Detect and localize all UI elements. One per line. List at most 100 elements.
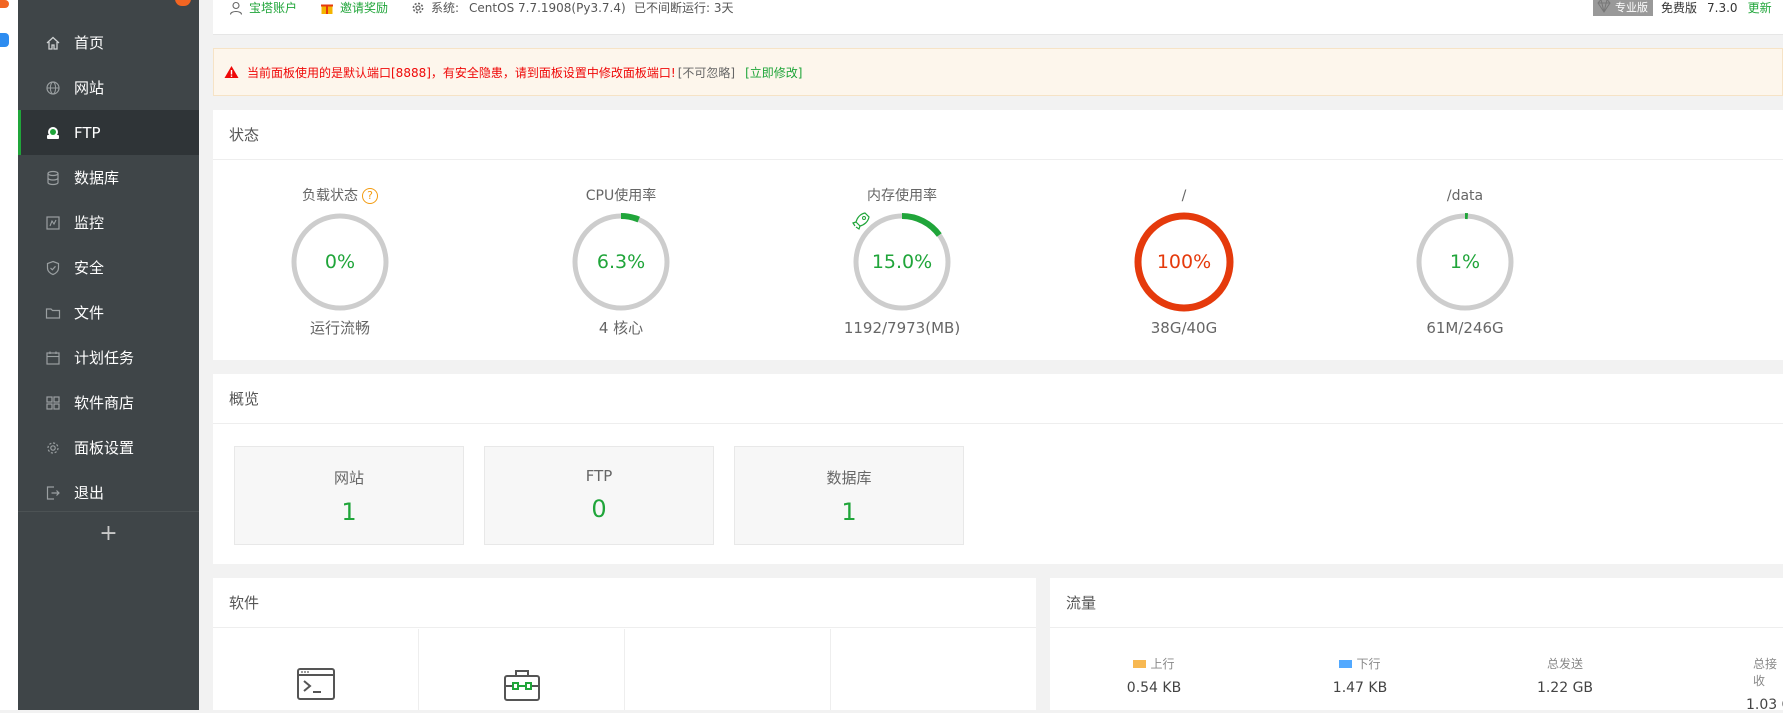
- sidebar-item-cron[interactable]: 计划任务: [18, 335, 199, 380]
- update-link[interactable]: 更新: [1748, 0, 1772, 16]
- account-link[interactable]: 宝塔账户: [229, 0, 297, 16]
- sidebar-item-label: FTP: [74, 123, 101, 142]
- alert-ignore-note: [不可忽略]: [677, 65, 736, 80]
- gauge-subtext: 4 核心: [598, 319, 644, 337]
- overview-value: 1: [341, 498, 357, 526]
- help-icon[interactable]: ?: [362, 188, 378, 204]
- overview-value: 0: [591, 495, 607, 523]
- gauge-value: 0%: [324, 251, 356, 273]
- traffic-total-sent: 总发送 1.22 GB: [1475, 655, 1655, 696]
- gauge-ring: 0%: [288, 210, 392, 314]
- gauge[interactable]: CPU使用率 6.3% 4 核心: [551, 186, 691, 338]
- software-item-empty: [625, 629, 831, 710]
- gauge-label-text: 内存使用率: [867, 188, 937, 204]
- gauge[interactable]: / 100% 38G/40G: [1114, 186, 1254, 338]
- gauge-label: 内存使用率: [832, 186, 972, 206]
- terminal-icon: [297, 668, 335, 700]
- status-title: 状态: [213, 110, 1783, 160]
- gauge-value: 1%: [1449, 251, 1481, 273]
- traffic-value: 1.03 GB: [1746, 697, 1783, 713]
- sidebar-item-database[interactable]: 数据库: [18, 155, 199, 200]
- software-item-terminal[interactable]: [213, 629, 419, 710]
- sidebar-item-monitor[interactable]: 监控: [18, 200, 199, 245]
- gauge-value: 15.0%: [871, 251, 933, 273]
- sidebar-item-logout[interactable]: 退出: [18, 470, 199, 515]
- warning-icon: [224, 66, 239, 78]
- diamond-icon: [1597, 0, 1611, 13]
- system-info: 系统: CentOS 7.7.1908(Py3.7.4): [411, 0, 626, 16]
- gauge-value: 100%: [1156, 251, 1212, 273]
- gauge-label-text: /: [1181, 188, 1187, 204]
- notification-badge[interactable]: [175, 0, 191, 6]
- home-icon: [45, 35, 61, 51]
- sidebar-item-settings[interactable]: 面板设置: [18, 425, 199, 470]
- user-icon: [229, 1, 243, 15]
- sidebar-item-security[interactable]: 安全: [18, 245, 199, 290]
- overview-box-website[interactable]: 网站 1: [234, 446, 464, 545]
- overview-label: 数据库: [826, 469, 872, 487]
- overview-title: 概览: [213, 374, 1783, 424]
- folder-icon: [45, 305, 61, 321]
- gauge-subtext: 61M/246G: [1426, 319, 1504, 337]
- sidebar-item-label: 退出: [74, 484, 105, 502]
- gauge-label-text: CPU使用率: [585, 188, 657, 204]
- monitor-icon: [45, 215, 61, 231]
- gauge-ring: 100%: [1132, 210, 1236, 314]
- gauge-ring: 15.0%: [850, 210, 954, 314]
- grid-icon: [45, 395, 61, 411]
- pro-badge-label: 专业版: [1615, 1, 1648, 14]
- sidebar-item-ftp[interactable]: FTP: [18, 110, 199, 155]
- status-panel: 状态: [213, 110, 1783, 360]
- gauge-label: /: [1114, 186, 1254, 206]
- gauge-subtext: 38G/40G: [1150, 319, 1218, 337]
- traffic-label: 下行: [1356, 657, 1381, 671]
- sidebar-item-label: 文件: [74, 304, 105, 322]
- overview-box-ftp[interactable]: FTP 0: [484, 446, 714, 545]
- gear-icon: [45, 440, 61, 456]
- gauge-label-text: 负载状态: [302, 188, 358, 204]
- sidebar-item-home[interactable]: 首页: [18, 20, 199, 65]
- traffic-download: 下行 1.47 KB: [1270, 655, 1450, 696]
- sidebar-item-label: 面板设置: [74, 439, 135, 457]
- traffic-value: 1.47 KB: [1332, 680, 1388, 696]
- toolbox-icon: [504, 670, 540, 701]
- sidebar-item-files[interactable]: 文件: [18, 290, 199, 335]
- system-label: 系统:: [431, 1, 460, 15]
- version-label: 7.3.0: [1707, 1, 1738, 15]
- traffic-label: 总接收: [1753, 657, 1778, 688]
- invite-link[interactable]: 邀请奖励: [320, 0, 388, 16]
- gauge[interactable]: /data 1% 61M/246G: [1395, 186, 1535, 338]
- sidebar-item-website[interactable]: 网站: [18, 65, 199, 110]
- overview-box-database[interactable]: 数据库 1: [734, 446, 964, 545]
- top-bar: 宝塔账户 邀请奖励 系统: CentOS 7.7.1908(Py3.7.4) 已…: [213, 0, 1783, 35]
- traffic-value: 0.54 KB: [1126, 680, 1182, 696]
- gauge[interactable]: 内存使用率 15.0% 1192/7973(MB): [832, 186, 972, 338]
- gear-icon: [411, 1, 425, 15]
- software-title: 软件: [213, 578, 1036, 628]
- add-shortcut-button[interactable]: +: [18, 511, 199, 556]
- traffic-value: 1.22 GB: [1536, 680, 1594, 696]
- ftp-icon: [45, 125, 61, 141]
- logout-icon: [45, 485, 61, 501]
- overview-label: 网站: [333, 469, 364, 487]
- traffic-total-received: 总接收 1.03 GB: [1690, 655, 1783, 713]
- sidebar-item-store[interactable]: 软件商店: [18, 380, 199, 425]
- software-item-toolbox[interactable]: [419, 629, 625, 710]
- alert-fix-link[interactable]: [立即修改]: [745, 64, 802, 81]
- gauge-value: 6.3%: [596, 251, 646, 273]
- overview-label: FTP: [585, 467, 613, 485]
- gauge-ring: 1%: [1413, 210, 1517, 314]
- gauge[interactable]: 负载状态? 0% 运行流畅: [270, 186, 410, 338]
- system-value: CentOS 7.7.1908(Py3.7.4): [469, 1, 626, 15]
- traffic-label: 总发送: [1546, 657, 1583, 671]
- gauge-subtext: 1192/7973(MB): [843, 319, 961, 337]
- strip-marker-blue[interactable]: [0, 33, 9, 47]
- sidebar: 首页 网站 FTP 数据库 监控 安全 文件 计划任务 软件商店 面板设置 退出…: [18, 0, 199, 710]
- sidebar-item-label: 安全: [74, 259, 105, 277]
- alert-message: 当前面板使用的是默认端口[8888]，有安全隐患，请到面板设置中修改面板端口!: [247, 65, 676, 80]
- pro-badge[interactable]: 专业版: [1593, 0, 1653, 16]
- sidebar-item-label: 网站: [74, 79, 105, 97]
- sidebar-item-label: 监控: [74, 214, 105, 232]
- security-alert: 当前面板使用的是默认端口[8888]，有安全隐患，请到面板设置中修改面板端口! …: [213, 48, 1783, 96]
- left-strip: [0, 0, 18, 710]
